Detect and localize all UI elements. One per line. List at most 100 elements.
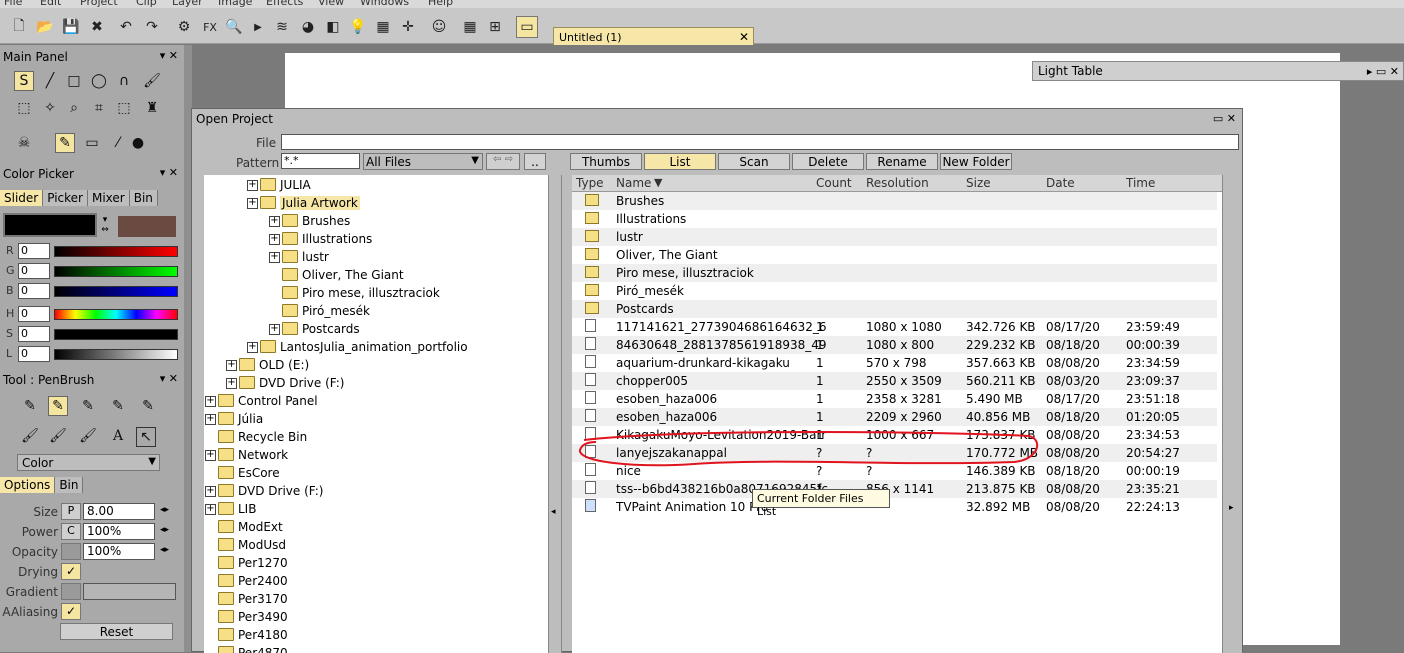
tab-bin[interactable]: Bin: [55, 477, 84, 493]
ellipse-tool-icon[interactable]: ◯: [89, 71, 109, 91]
tree-item[interactable]: + Brushes: [204, 212, 548, 230]
menu-help[interactable]: Help: [428, 0, 453, 8]
tree-item[interactable]: Oliver, The Giant: [204, 266, 548, 284]
tree-item[interactable]: EsCore: [204, 464, 548, 482]
opacity-field[interactable]: 100%: [83, 543, 155, 560]
hue-slider-bar[interactable]: [54, 309, 178, 320]
slider-blue[interactable]: B0: [4, 283, 179, 299]
close-tab-icon[interactable]: ✕: [739, 30, 749, 44]
transform-tool-icon[interactable]: ⬚: [114, 98, 134, 118]
list-item[interactable]: TVPaint Animation 10 Pro 32.892 MB 08/08/2…: [572, 498, 1217, 516]
tree-item[interactable]: Recycle Bin: [204, 428, 548, 446]
pencil-preset-icon[interactable]: ✎: [138, 396, 158, 416]
column-count[interactable]: Count: [816, 176, 852, 190]
panel-menu-icon[interactable]: ▾ ✕: [160, 49, 178, 62]
pattern-input[interactable]: *.*: [281, 153, 360, 169]
swatch-icon[interactable]: ◧: [322, 16, 344, 38]
color-wheel-icon[interactable]: ◕: [297, 16, 319, 38]
tree-item[interactable]: + lustr: [204, 248, 548, 266]
column-name[interactable]: Name: [616, 176, 651, 190]
tree-item[interactable]: + LIB: [204, 500, 548, 518]
new-document-icon[interactable]: 🗋: [8, 16, 30, 38]
list-item[interactable]: Postcards: [572, 300, 1217, 318]
crayon-preset-icon[interactable]: ✎: [108, 396, 128, 416]
list-item[interactable]: Piro mese, illusztraciok: [572, 264, 1217, 282]
open-folder-icon[interactable]: 📂: [34, 16, 56, 38]
expand-icon[interactable]: +: [205, 396, 216, 407]
column-date[interactable]: Date: [1046, 176, 1075, 190]
menu-clip[interactable]: Clip: [136, 0, 157, 8]
color-dot-icon[interactable]: ●: [128, 133, 148, 153]
slider-lightness[interactable]: L0: [4, 346, 179, 362]
undo-icon[interactable]: ↶: [115, 16, 137, 38]
gradient-key[interactable]: [61, 583, 81, 600]
opacity-key[interactable]: [61, 543, 81, 560]
menu-effects[interactable]: Effects: [266, 0, 303, 8]
aaliasing-checkbox[interactable]: ✓: [61, 603, 81, 620]
fill-tool-icon[interactable]: 🖌: [142, 71, 162, 91]
redo-icon[interactable]: ↷: [141, 16, 163, 38]
swap-colors-icon[interactable]: ▾ ⇔: [98, 215, 112, 239]
zoom-icon[interactable]: 🔍: [223, 16, 245, 38]
menu-view[interactable]: View: [318, 0, 344, 8]
splitter-arrow-icon[interactable]: ◂: [551, 507, 556, 517]
size-pressure-key[interactable]: P: [61, 503, 81, 520]
document-tab[interactable]: Untitled (1) ✕: [553, 27, 754, 47]
list-item[interactable]: esoben_haza006 1 2358 x 3281 5.490 MB 08/17/…: [572, 390, 1217, 408]
freehand-tool-icon[interactable]: S: [14, 71, 34, 91]
expand-icon[interactable]: +: [269, 252, 280, 263]
list-item[interactable]: 117141621_2773904686164632_6 1 1080 x 1080…: [572, 318, 1217, 336]
expand-icon[interactable]: +: [269, 216, 280, 227]
file-filter-dropdown[interactable]: All Files ▼: [363, 153, 483, 170]
tree-item[interactable]: ModUsd: [204, 536, 548, 554]
preset-dropdown[interactable]: Color ▼: [17, 454, 160, 471]
list-item[interactable]: Illustrations: [572, 210, 1217, 228]
penbrush-preset-icon[interactable]: ✎: [48, 396, 68, 416]
expand-icon[interactable]: +: [226, 360, 237, 371]
column-resolution[interactable]: Resolution: [866, 176, 929, 190]
airbrush-preset-icon[interactable]: ✎: [78, 396, 98, 416]
calculator-icon[interactable]: ▦: [372, 16, 394, 38]
oil-brush-preset-icon[interactable]: 🖌: [48, 426, 68, 446]
blue-value[interactable]: 0: [18, 283, 50, 299]
file-input[interactable]: [281, 134, 1239, 150]
expand-icon[interactable]: +: [205, 450, 216, 461]
list-item[interactable]: aquarium-drunkard-kikagaku 1 570 x 798 357.…: [572, 354, 1217, 372]
panel-menu-icon[interactable]: ▾ ✕: [160, 372, 178, 385]
tree-item[interactable]: + Network: [204, 446, 548, 464]
tree-item[interactable]: + DVD Drive (F:): [204, 482, 548, 500]
list-item[interactable]: chopper005 1 2550 x 3509 560.211 KB 08/03/20…: [572, 372, 1217, 390]
column-time[interactable]: Time: [1126, 176, 1155, 190]
size-field[interactable]: 8.00: [83, 503, 155, 520]
paint-brush-preset-icon[interactable]: 🖌: [20, 426, 40, 446]
tree-item[interactable]: Piro mese, illusztraciok: [204, 284, 548, 302]
hue-value[interactable]: 0: [18, 306, 50, 322]
column-size[interactable]: Size: [966, 176, 991, 190]
file-list-scrollbar[interactable]: ▸: [1222, 175, 1242, 653]
secondary-color-swatch[interactable]: [118, 216, 176, 237]
power-field[interactable]: 100%: [83, 523, 155, 540]
dialog-controls-icon[interactable]: ▭ ✕: [1213, 112, 1236, 125]
tree-item[interactable]: Per3490: [204, 608, 548, 626]
pen-icon[interactable]: ✎: [55, 133, 75, 153]
tree-item[interactable]: Per4180: [204, 626, 548, 644]
grid-icon[interactable]: ▦: [459, 16, 481, 38]
expand-icon[interactable]: +: [269, 234, 280, 245]
tree-item[interactable]: + JULIA: [204, 176, 548, 194]
thumbs-button[interactable]: Thumbs: [570, 153, 642, 170]
split-view-icon[interactable]: ⊞: [484, 16, 506, 38]
expand-icon[interactable]: +: [205, 414, 216, 425]
blue-slider-bar[interactable]: [54, 286, 178, 297]
menu-edit[interactable]: Edit: [40, 0, 61, 8]
tree-item[interactable]: + Julia Artwork: [204, 194, 548, 212]
expand-icon[interactable]: +: [205, 504, 216, 515]
tab-options[interactable]: Options: [0, 477, 56, 493]
tree-item[interactable]: Piró_mesék: [204, 302, 548, 320]
puppet-tool-icon[interactable]: ♜: [142, 98, 162, 118]
knife-preset-icon[interactable]: 🖌: [78, 426, 98, 446]
monitor-icon[interactable]: ▭: [516, 16, 538, 38]
size-stepper-icon[interactable]: ◂▸: [160, 505, 169, 515]
menu-file[interactable]: File: [4, 0, 22, 8]
tree-item[interactable]: + Illustrations: [204, 230, 548, 248]
new-folder-button[interactable]: New Folder: [940, 153, 1012, 170]
